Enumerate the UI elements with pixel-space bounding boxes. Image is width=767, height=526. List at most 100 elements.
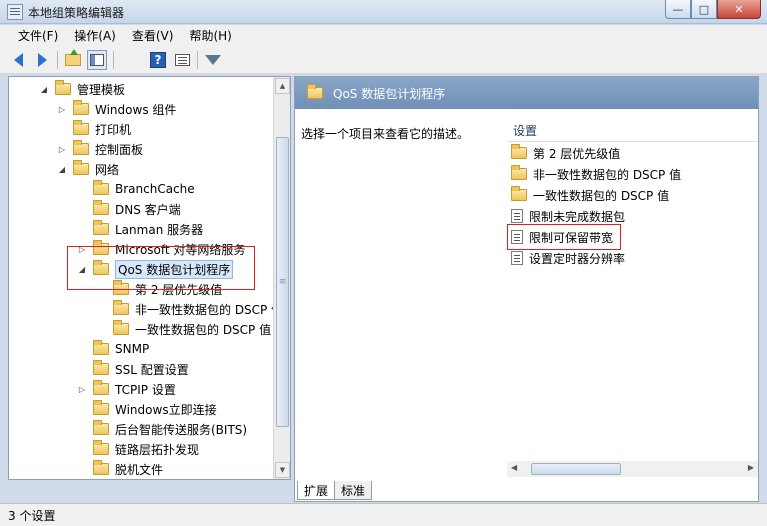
view-tabs: 扩展 标准 xyxy=(297,481,373,501)
tree-item[interactable]: ◢ 网络 xyxy=(57,159,119,179)
console-tree[interactable]: ◢管理模板▷Windows 组件▷打印机▷控制面板◢网络▷BranchCache… xyxy=(8,76,291,480)
tree-vertical-scrollbar[interactable]: ▲ ≡ ▼ xyxy=(273,77,290,479)
folder-icon xyxy=(93,220,109,235)
close-button[interactable]: ✕ xyxy=(717,0,761,19)
folder-icon xyxy=(511,165,527,180)
folder-icon xyxy=(113,320,129,335)
setting-label: 限制未完成数据包 xyxy=(529,209,626,224)
tree-item[interactable]: ▷Windows立即连接 xyxy=(77,399,217,419)
setting-label: 设置定时器分辨率 xyxy=(529,251,626,266)
folder-icon xyxy=(93,360,109,375)
collapse-arrow-icon[interactable]: ▷ xyxy=(57,104,67,114)
tree-item-label: 控制面板 xyxy=(95,142,144,157)
menu-help[interactable]: 帮助(H) xyxy=(181,27,239,44)
menu-view[interactable]: 查看(V) xyxy=(124,27,182,44)
tree-item-label: SNMP xyxy=(115,342,150,356)
tree-item[interactable]: ▷后台智能传送服务(BITS) xyxy=(77,419,247,439)
folder-icon xyxy=(73,120,89,135)
tree-item-label: 链路层拓扑发现 xyxy=(115,442,200,457)
minimize-button[interactable]: — xyxy=(665,0,691,19)
tree-item[interactable]: ▷SNMP xyxy=(77,339,149,359)
menu-bar: 文件(F) 操作(A) 查看(V) 帮助(H) xyxy=(0,25,767,46)
title-bar: 本地组策略编辑器 — □ ✕ xyxy=(0,0,767,24)
tree-item[interactable]: ▷ 控制面板 xyxy=(57,139,143,159)
filter-icon xyxy=(205,55,221,65)
tree-item[interactable]: ▷Lanman 服务器 xyxy=(77,219,203,239)
properties-button[interactable] xyxy=(172,50,192,70)
tree-item[interactable]: ▷ Windows 组件 xyxy=(57,99,176,119)
help-button[interactable]: ? xyxy=(148,50,168,70)
menu-action[interactable]: 操作(A) xyxy=(66,27,124,44)
menu-file[interactable]: 文件(F) xyxy=(10,27,66,44)
settings-folder-item[interactable]: 第 2 层优先级值 xyxy=(511,143,620,163)
scroll-thumb[interactable]: ≡ xyxy=(276,137,289,427)
policy-setting-icon xyxy=(511,251,523,265)
tree-item[interactable]: ▷打印机 xyxy=(57,119,131,139)
folder-icon xyxy=(73,100,89,115)
tab-standard[interactable]: 标准 xyxy=(334,481,373,500)
folder-icon xyxy=(73,140,89,155)
forward-button[interactable] xyxy=(32,50,52,70)
settings-column-header[interactable]: 设置 xyxy=(507,120,758,142)
tree-item[interactable]: ▷一致性数据包的 DSCP 值 xyxy=(97,319,271,339)
tree-item[interactable]: ▷脱机文件 xyxy=(77,459,163,479)
collapse-arrow-icon[interactable]: ▷ xyxy=(77,384,87,394)
tree-item[interactable]: ▷非一致性数据包的 DSCP 值 xyxy=(97,299,283,319)
tree-item[interactable]: ◢ 管理模板 xyxy=(39,79,125,99)
tab-extended[interactable]: 扩展 xyxy=(297,481,336,500)
tree-item-label: 脱机文件 xyxy=(115,462,164,477)
window-title: 本地组策略编辑器 xyxy=(28,6,125,20)
back-button[interactable] xyxy=(8,50,28,70)
settings-folder-item[interactable]: 一致性数据包的 DSCP 值 xyxy=(511,185,669,205)
tree-item[interactable]: ▷BranchCache xyxy=(77,179,195,199)
tree-item-label: 非一致性数据包的 DSCP 值 xyxy=(135,302,284,317)
filter-button[interactable] xyxy=(203,50,223,70)
expand-arrow-icon[interactable]: ◢ xyxy=(57,164,67,174)
folder-icon xyxy=(93,200,109,215)
show-console-tree-button[interactable] xyxy=(87,50,107,70)
annotation-highlight-box xyxy=(67,246,255,290)
tree-item-label: SSL 配置设置 xyxy=(115,362,189,377)
settings-policy-item[interactable]: 设置定时器分辨率 xyxy=(511,248,625,268)
folder-icon xyxy=(113,300,129,315)
scroll-right-button[interactable]: ▶ xyxy=(748,463,754,472)
folder-icon xyxy=(511,144,527,159)
forward-icon xyxy=(37,53,47,67)
tree-item-label: 一致性数据包的 DSCP 值 xyxy=(135,322,272,337)
expand-arrow-icon[interactable]: ◢ xyxy=(39,84,49,94)
folder-icon xyxy=(93,400,109,415)
tree-item[interactable]: ▷ TCPIP 设置 xyxy=(77,379,176,399)
maximize-button[interactable]: □ xyxy=(691,0,717,19)
tree-item-label: Windows 组件 xyxy=(95,102,177,117)
details-header-title: QoS 数据包计划程序 xyxy=(333,86,446,101)
scroll-left-button[interactable]: ◀ xyxy=(511,463,517,472)
settings-folder-item[interactable]: 非一致性数据包的 DSCP 值 xyxy=(511,164,681,184)
tree-item-label: 管理模板 xyxy=(77,82,126,97)
tree-item[interactable]: ▷SSL 配置设置 xyxy=(77,359,189,379)
annotation-highlight-box xyxy=(507,224,621,250)
help-icon: ? xyxy=(150,52,166,68)
details-horizontal-scrollbar[interactable]: ◀ ▶ xyxy=(507,461,758,477)
tree-item-label: 打印机 xyxy=(95,122,132,137)
collapse-arrow-icon[interactable]: ▷ xyxy=(57,144,67,154)
folder-icon xyxy=(511,186,527,201)
up-button[interactable] xyxy=(63,49,83,70)
folder-icon xyxy=(93,180,109,195)
tree-item[interactable]: ▷DNS 客户端 xyxy=(77,199,181,219)
tree-item-label: 网络 xyxy=(95,162,120,177)
status-text: 3 个设置 xyxy=(8,508,56,523)
toolbar-separator xyxy=(197,51,198,69)
status-bar: 3 个设置 xyxy=(0,503,767,526)
scroll-up-button[interactable]: ▲ xyxy=(275,78,290,94)
details-pane: QoS 数据包计划程序 选择一个项目来查看它的描述。 设置 第 2 层优先级值非… xyxy=(294,76,759,502)
folder-icon xyxy=(93,340,109,355)
settings-policy-item[interactable]: 限制未完成数据包 xyxy=(511,206,625,226)
folder-icon xyxy=(55,80,71,95)
scroll-down-button[interactable]: ▼ xyxy=(275,462,290,478)
tree-item[interactable]: ▷链路层拓扑发现 xyxy=(77,439,199,459)
console-tree-icon xyxy=(90,54,104,66)
scroll-thumb[interactable] xyxy=(531,463,621,475)
window-controls: — □ ✕ xyxy=(665,0,761,19)
policy-editor-icon xyxy=(7,4,23,20)
toolbar-separator xyxy=(113,51,114,69)
